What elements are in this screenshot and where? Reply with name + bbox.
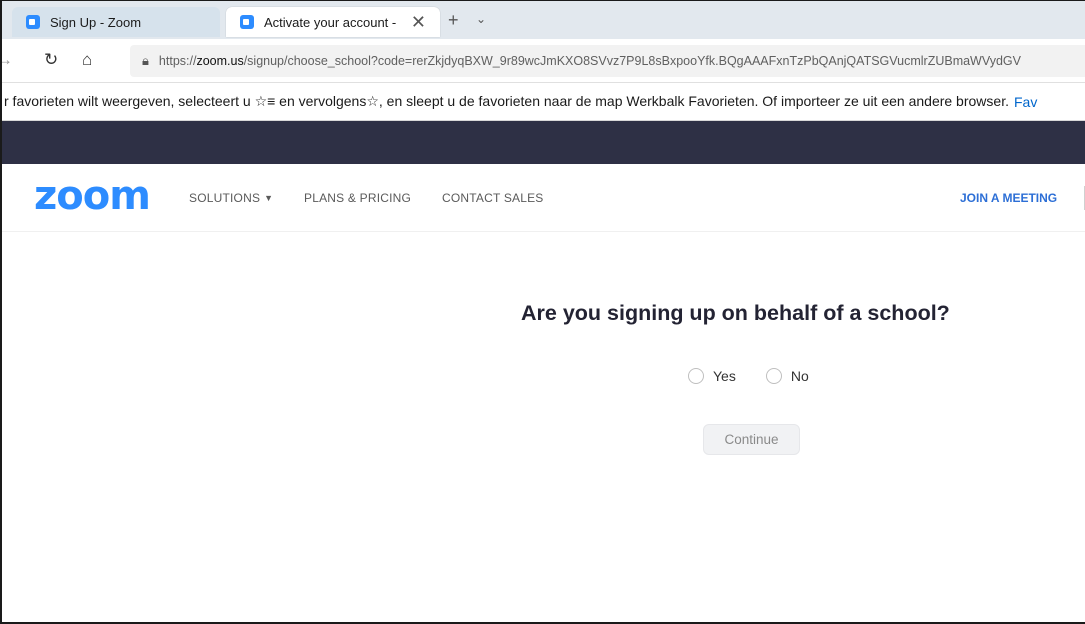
home-icon[interactable]: ⌂	[82, 50, 92, 70]
back-icon[interactable]: →	[2, 50, 13, 70]
radio-yes-label: Yes	[713, 368, 736, 384]
nav-plans-pricing[interactable]: PLANS & PRICING	[304, 191, 411, 205]
zoom-logo[interactable]: zoom	[34, 176, 151, 216]
tab-title: Activate your account -	[264, 14, 397, 30]
tab-list-chevron-icon[interactable]: ⌄	[476, 12, 486, 26]
tab-sign-up-zoom[interactable]: Sign Up - Zoom	[12, 7, 220, 37]
browser-window: Sign Up - Zoom Activate your account - ✕…	[0, 0, 1085, 624]
caret-down-icon: ▼	[264, 193, 274, 203]
zoom-favicon-icon	[26, 15, 40, 29]
radio-no-label: No	[790, 368, 809, 384]
favorites-message-text: r favorieten wilt weergeven, selecteert …	[4, 93, 1009, 109]
url-path: /signup/choose_school?code=rerZkjdyqBXW_…	[243, 54, 1021, 68]
navigation-bar: → ↻ ⌂ 🔒︎ https://zoom.us/signup/choose_s…	[2, 39, 1085, 83]
radio-no[interactable]	[765, 368, 782, 384]
radio-option-no[interactable]: No	[765, 368, 809, 384]
new-tab-icon[interactable]: +	[448, 10, 459, 31]
radio-yes[interactable]	[688, 368, 704, 384]
tab-activate-account[interactable]: Activate your account - ✕	[226, 7, 440, 37]
close-tab-icon[interactable]: ✕	[411, 12, 426, 33]
url-host: zoom.us	[196, 54, 244, 68]
join-meeting-link[interactable]: JOIN A MEETING	[960, 191, 1057, 205]
nav-solutions[interactable]: SOLUTIONS ▼	[189, 191, 273, 205]
nav-contact-sales[interactable]: CONTACT SALES	[442, 191, 544, 205]
refresh-icon[interactable]: ↻	[44, 50, 58, 70]
radio-option-yes[interactable]: Yes	[688, 368, 736, 384]
tab-strip: Sign Up - Zoom Activate your account - ✕…	[2, 1, 1085, 39]
url-prefix: https://	[158, 54, 197, 68]
nav-solutions-label: SOLUTIONS	[189, 191, 261, 205]
favorites-message-bar: r favorieten wilt weergeven, selecteert …	[2, 83, 1085, 121]
address-bar[interactable]: 🔒︎ https://zoom.us/signup/choose_school?…	[130, 45, 1085, 77]
site-header: zoom SOLUTIONS ▼ PLANS & PRICING CONTACT …	[2, 164, 1085, 232]
top-banner-band	[2, 121, 1085, 164]
school-question-heading: Are you signing up on behalf of a school…	[521, 301, 950, 325]
school-radio-group: Yes No	[688, 368, 839, 384]
tab-title: Sign Up - Zoom	[50, 14, 142, 30]
lock-icon: 🔒︎	[142, 53, 149, 68]
zoom-favicon-icon	[240, 15, 254, 29]
continue-button[interactable]: Continue	[703, 424, 800, 455]
favorites-link[interactable]: Fav	[1014, 94, 1037, 110]
